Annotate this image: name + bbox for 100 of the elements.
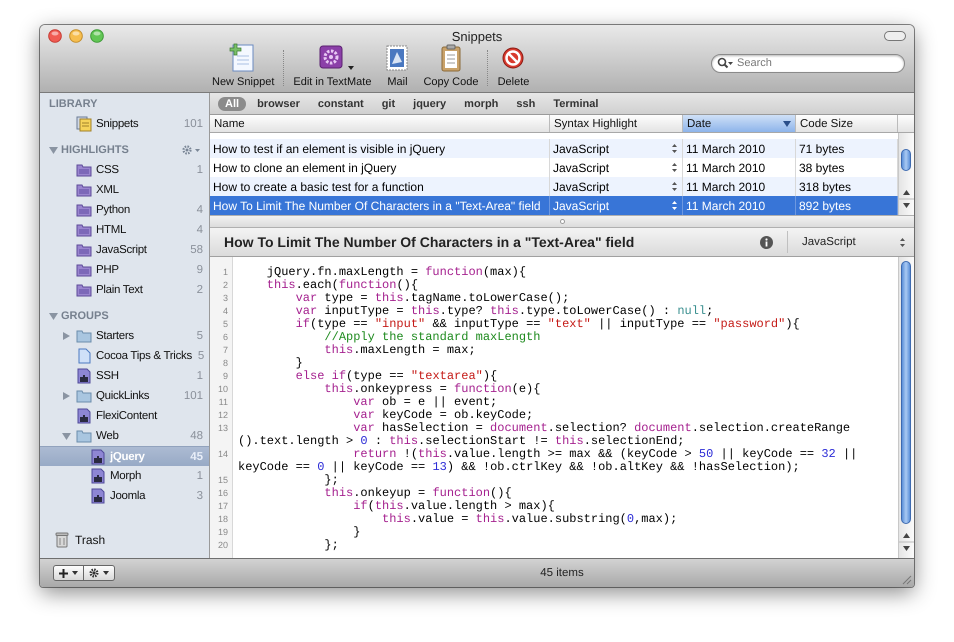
table-row[interactable]: How To Limit The Number Of Characters in a "Text-Area" field JavaScript 11 March 2010 892 bytes bbox=[210, 196, 898, 215]
line-number: 4 bbox=[222, 305, 229, 318]
tag-filter[interactable]: Terminal bbox=[546, 96, 606, 110]
updown-arrows-icon bbox=[899, 236, 906, 248]
sidebar-item[interactable]: PHP 9 bbox=[40, 260, 209, 280]
line-number: 17 bbox=[216, 500, 229, 513]
puzzle-document-icon bbox=[90, 448, 106, 464]
scrollbar[interactable] bbox=[898, 257, 914, 558]
puzzle-document-icon bbox=[90, 468, 106, 484]
updown-arrows-icon bbox=[671, 143, 678, 154]
sidebar-item[interactable]: JavaScript 58 bbox=[40, 240, 209, 260]
item-count: 1 bbox=[196, 164, 203, 176]
disclosure-triangle-icon[interactable] bbox=[62, 431, 71, 441]
sidebar-item[interactable]: SSH 1 bbox=[40, 366, 209, 386]
sidebar-item[interactable]: XML bbox=[40, 180, 209, 200]
table-row[interactable]: How to create a basic test for a function JavaScript 11 March 2010 318 bytes bbox=[210, 177, 898, 196]
tag-filter[interactable]: morph bbox=[457, 96, 506, 110]
code-line: jQuery.fn.maxLength = function(max){ bbox=[266, 266, 528, 279]
toolbar-button[interactable]: New Snippet bbox=[210, 42, 276, 88]
table-cell: 11 March 2010 bbox=[686, 180, 766, 194]
table-cell: 318 bytes bbox=[799, 180, 852, 194]
line-number: 5 bbox=[222, 318, 229, 331]
item-count: 5 bbox=[196, 330, 203, 342]
puzzle-document-icon bbox=[76, 368, 92, 384]
sidebar-item[interactable]: HTML 4 bbox=[40, 220, 209, 240]
line-number: 8 bbox=[222, 357, 229, 370]
action-menu-button[interactable] bbox=[84, 565, 115, 581]
code-line: } bbox=[294, 357, 304, 370]
toolbar-button[interactable]: Mail bbox=[379, 42, 416, 88]
code-line: var hasSelection = document.selection? document.selection.createRange ().text.length > 0 : this.selectionStart != this.selectionEnd; bbox=[237, 422, 852, 448]
gear-menu-icon[interactable] bbox=[181, 144, 201, 156]
search-icon[interactable] bbox=[717, 57, 733, 69]
item-count: 48 bbox=[189, 430, 203, 442]
code-line: }; bbox=[323, 539, 340, 552]
table-cell: 38 bytes bbox=[799, 160, 844, 174]
trash-icon bbox=[55, 532, 69, 548]
tag-filter[interactable]: browser bbox=[250, 96, 307, 110]
code-line: if(this.value.length > max){ bbox=[352, 500, 556, 513]
column-header[interactable]: Code Size bbox=[796, 115, 898, 132]
minimize-button[interactable] bbox=[69, 29, 83, 43]
zoom-button[interactable] bbox=[90, 29, 104, 43]
line-number: 3 bbox=[222, 292, 229, 305]
info-icon[interactable] bbox=[760, 236, 773, 248]
sidebar-item[interactable]: FlexiContent bbox=[40, 406, 209, 426]
close-button[interactable] bbox=[48, 29, 62, 43]
tagged-folder-icon bbox=[76, 182, 92, 198]
add-button[interactable] bbox=[53, 565, 84, 581]
toolbar-button[interactable]: Edit in TextMate bbox=[291, 42, 374, 88]
document-icon bbox=[76, 348, 92, 364]
sidebar-item[interactable]: Snippets 101 bbox=[40, 114, 209, 134]
sidebar-item[interactable]: Cocoa Tips & Tricks 5 bbox=[40, 346, 209, 366]
tagged-folder-icon bbox=[76, 262, 92, 278]
code-line: else if(type == "textarea"){ bbox=[294, 370, 498, 383]
table-cell: How to create a basic test for a function bbox=[213, 180, 424, 194]
syntax-popup[interactable]: JavaScript bbox=[788, 236, 914, 248]
item-count: 58 bbox=[189, 244, 203, 256]
tag-filter[interactable]: constant bbox=[310, 96, 371, 110]
scrollbar-thumb[interactable] bbox=[901, 149, 911, 171]
sidebar-item[interactable]: Plain Text 2 bbox=[40, 280, 209, 300]
sidebar-item[interactable]: QuickLinks 101 bbox=[40, 386, 209, 406]
sidebar-item[interactable]: Starters 5 bbox=[40, 326, 209, 346]
table-cell: 892 bytes bbox=[799, 198, 852, 212]
item-count: 5 bbox=[196, 350, 204, 362]
table-cell: JavaScript bbox=[553, 198, 610, 212]
code-line: this.maxLength = max; bbox=[323, 344, 477, 357]
code-line: if(type == "input" && inputType == "text" || inputType == "password"){ bbox=[294, 318, 801, 331]
sidebar-item[interactable]: Trash bbox=[40, 530, 209, 550]
tag-filter[interactable]: jquery bbox=[406, 96, 454, 110]
tag-filter[interactable]: ssh bbox=[509, 96, 542, 110]
table-cell: How to test if an element is visible in jQuery bbox=[213, 142, 446, 156]
line-number: 15 bbox=[216, 474, 229, 487]
column-header[interactable]: Date bbox=[683, 115, 796, 132]
sidebar-item[interactable]: Python 4 bbox=[40, 200, 209, 220]
disclosure-triangle-icon[interactable] bbox=[62, 391, 71, 401]
sidebar-item[interactable]: Morph 1 bbox=[40, 466, 209, 486]
resize-grip-icon[interactable] bbox=[901, 574, 912, 585]
scrollbar-thumb[interactable] bbox=[901, 261, 911, 524]
column-header[interactable]: Name bbox=[210, 115, 550, 132]
snippet-title: How To Limit The Number Of Characters in a "Text-Area" field bbox=[224, 234, 634, 250]
sidebar-item[interactable]: Web 48 bbox=[40, 426, 209, 446]
scrollbar[interactable] bbox=[898, 133, 914, 215]
line-number: 9 bbox=[222, 370, 229, 383]
toolbar-toggle-button[interactable] bbox=[884, 31, 906, 41]
disclosure-triangle-icon[interactable] bbox=[49, 311, 58, 321]
gear-icon bbox=[89, 568, 99, 578]
updown-arrows-icon bbox=[671, 200, 678, 211]
splitter-handle[interactable] bbox=[560, 219, 564, 224]
sidebar-item[interactable]: CSS 1 bbox=[40, 160, 209, 180]
table-row[interactable]: How to test if an element is visible in jQuery JavaScript 11 March 2010 71 bytes bbox=[210, 139, 898, 158]
line-number: 13 bbox=[216, 422, 229, 435]
tag-filter[interactable]: git bbox=[374, 96, 402, 110]
disclosure-triangle-icon[interactable] bbox=[49, 145, 58, 155]
search-field[interactable]: Search bbox=[711, 54, 905, 72]
plus-icon bbox=[59, 568, 68, 578]
line-number: 14 bbox=[216, 448, 229, 461]
disclosure-triangle-icon[interactable] bbox=[62, 331, 71, 341]
line-number: 7 bbox=[222, 344, 229, 357]
sidebar-item[interactable]: Joomla 3 bbox=[40, 486, 209, 506]
toolbar-button[interactable]: Delete bbox=[495, 42, 532, 88]
code-line: //Apply the standard maxLength bbox=[323, 331, 542, 344]
